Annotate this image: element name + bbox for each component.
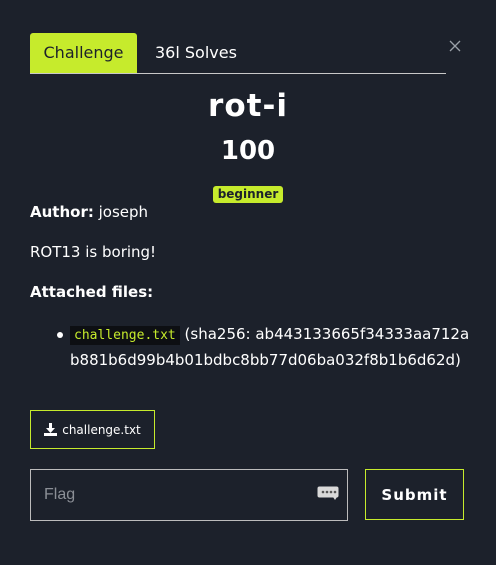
close-button[interactable] (446, 37, 464, 55)
password-manager-icon[interactable] (317, 486, 339, 500)
challenge-name: rot-i (208, 88, 288, 124)
bullet (57, 332, 63, 338)
file-entry: challenge.txt (sha256: ab443133665f34333… (70, 322, 470, 372)
close-icon (448, 39, 462, 53)
challenge-modal: Challenge 36l Solves rot-i 100 beginner … (0, 0, 496, 565)
download-button[interactable]: challenge.txt (30, 410, 155, 449)
flag-field (30, 469, 348, 521)
tab-challenge[interactable]: Challenge (30, 33, 137, 73)
flag-input[interactable] (31, 470, 314, 520)
author-label: Author: (30, 203, 94, 221)
challenge-points: 100 (220, 136, 276, 166)
attached-files-heading: Attached files: (30, 283, 154, 301)
tag-container: beginner (0, 183, 496, 203)
submit-button[interactable]: Submit (365, 469, 464, 520)
challenge-tag: beginner (212, 186, 284, 203)
challenge-description: ROT13 is boring! (30, 243, 157, 261)
tab-bar: Challenge 36l Solves (30, 33, 446, 74)
download-label: challenge.txt (62, 422, 141, 437)
author-line: Author: joseph (30, 203, 148, 221)
author-name: joseph (98, 203, 149, 221)
tab-solves[interactable]: 36l Solves (155, 33, 237, 73)
file-link[interactable]: challenge.txt (70, 326, 180, 345)
download-icon (44, 423, 58, 436)
